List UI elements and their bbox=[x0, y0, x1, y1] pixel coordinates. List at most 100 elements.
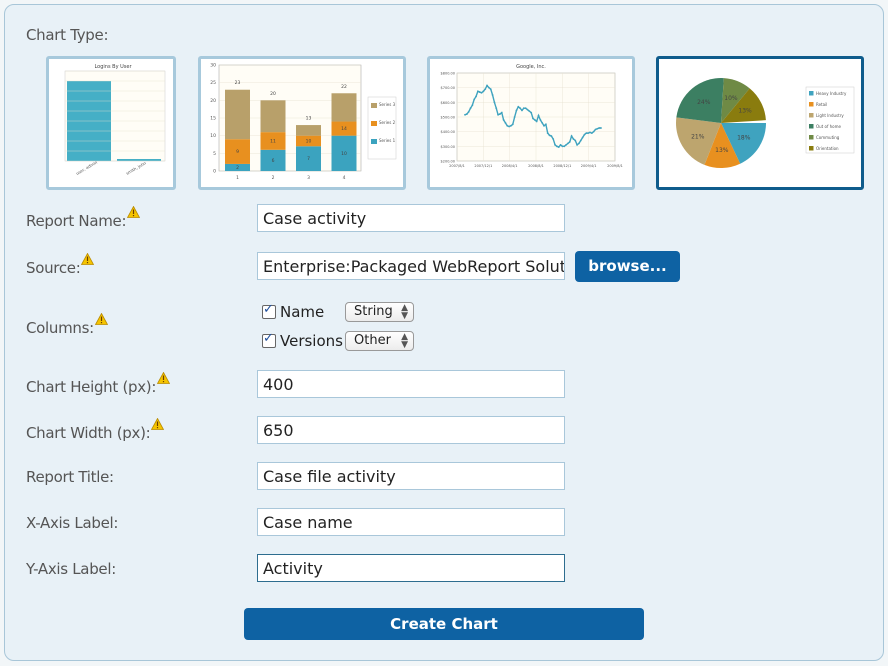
x-tick-label: 2009/8/1 bbox=[607, 164, 623, 168]
y-tick-label: 0 bbox=[213, 169, 216, 175]
legend-swatch bbox=[371, 121, 377, 126]
data-point bbox=[480, 91, 483, 94]
report-name-label: Report Name: bbox=[26, 212, 140, 230]
columns-label-text: Columns: bbox=[26, 319, 94, 337]
data-point bbox=[511, 123, 514, 126]
x-tick-label: 3 bbox=[307, 175, 310, 181]
data-point bbox=[521, 109, 523, 112]
warning-icon bbox=[157, 372, 170, 384]
report-name-input[interactable]: Case activity bbox=[257, 204, 565, 232]
chart-width-label-text: Chart Width (px): bbox=[26, 424, 151, 442]
report-title-input[interactable]: Case file activity bbox=[257, 462, 565, 490]
data-point bbox=[526, 108, 529, 111]
segment-label: 23 bbox=[235, 80, 241, 86]
bar-category-label: user, admin bbox=[75, 159, 99, 175]
column-name-type-value: String bbox=[354, 304, 393, 319]
legend-swatch bbox=[371, 103, 377, 108]
pie-slice-label: 18% bbox=[737, 134, 751, 141]
legend-swatch bbox=[809, 135, 814, 140]
column-versions-label: Versions bbox=[280, 332, 343, 350]
x-tick-label: 2009/4/1 bbox=[581, 164, 597, 168]
data-point bbox=[561, 145, 564, 148]
data-point bbox=[572, 138, 575, 140]
data-point bbox=[493, 101, 496, 104]
data-point bbox=[594, 128, 597, 131]
y-tick-label: $500.00 bbox=[441, 116, 455, 120]
data-point bbox=[567, 142, 569, 145]
chart-type-pie[interactable]: 18% 13% 21% 24% 10% 13% Heavy Industry Retail Li… bbox=[656, 56, 864, 190]
data-point bbox=[528, 110, 531, 113]
data-point bbox=[589, 131, 591, 134]
legend-label: Series 2 bbox=[379, 120, 396, 125]
data-point bbox=[491, 94, 494, 96]
warning-icon bbox=[127, 206, 140, 218]
data-point bbox=[533, 119, 536, 121]
data-point bbox=[508, 125, 511, 128]
data-point bbox=[495, 107, 498, 110]
warning-icon bbox=[81, 253, 94, 265]
pie-chart-thumbnail: 18%13%21%24%10%13%Heavy IndustryRetailLi… bbox=[676, 78, 855, 168]
x-axis-label-input[interactable]: Case name bbox=[257, 508, 565, 536]
y-axis-label-input[interactable]: Activity bbox=[257, 554, 565, 582]
data-point bbox=[473, 98, 476, 101]
column-versions-checkbox[interactable] bbox=[262, 331, 276, 348]
chart-width-label: Chart Width (px): bbox=[26, 424, 164, 442]
column-name-type-select[interactable]: String ▲ ▼ bbox=[345, 302, 414, 322]
line-chart-title: Google, Inc. bbox=[516, 64, 546, 70]
warning-icon bbox=[151, 418, 164, 430]
data-point bbox=[499, 113, 501, 115]
data-point bbox=[581, 136, 584, 139]
select-arrows-icon: ▲ ▼ bbox=[401, 303, 408, 321]
data-point bbox=[596, 127, 599, 130]
chart-height-input[interactable]: 400 bbox=[257, 370, 565, 398]
segment-label: 20 bbox=[270, 91, 276, 97]
data-point bbox=[530, 111, 533, 114]
y-tick-label: $800.00 bbox=[441, 72, 455, 76]
data-point bbox=[489, 88, 492, 91]
data-point bbox=[574, 139, 577, 142]
segment-label: 2 bbox=[236, 165, 239, 171]
legend-label: Light Industry bbox=[816, 113, 844, 118]
data-point bbox=[497, 113, 499, 116]
data-point bbox=[513, 116, 516, 118]
chart-type-bar[interactable]: Logins By User user, admin smith, john bbox=[46, 56, 176, 190]
data-point bbox=[532, 117, 534, 120]
bar-chart-title: Logins By User bbox=[94, 64, 132, 70]
legend-swatch bbox=[809, 102, 814, 107]
column-versions-type-select[interactable]: Other ▲ ▼ bbox=[345, 331, 414, 351]
create-chart-button[interactable]: Create Chart bbox=[244, 608, 644, 640]
segment-label: 10 bbox=[306, 138, 312, 144]
bar-segment bbox=[225, 89, 250, 140]
chart-height-label-text: Chart Height (px): bbox=[26, 378, 157, 396]
legend-box bbox=[805, 86, 855, 154]
y-axis-label-label: Y-Axis Label: bbox=[26, 560, 116, 578]
bar bbox=[117, 159, 161, 161]
x-tick-label: 2008/4/1 bbox=[502, 164, 518, 168]
source-label-text: Source: bbox=[26, 259, 81, 277]
data-point bbox=[592, 130, 595, 133]
chart-type-line[interactable]: Google, Inc. $200.00 $300.00 $400.00 $500.00… bbox=[427, 56, 635, 190]
data-point bbox=[471, 104, 474, 107]
chart-width-input[interactable]: 650 bbox=[257, 416, 565, 444]
legend-swatch bbox=[809, 91, 814, 96]
y-tick-label: 25 bbox=[210, 80, 216, 86]
chart-type-stacked-bar[interactable]: 0 5 10 15 20 25 30 2 9 23 1 6 11 20 2 7 10 13 3 10 14 22 4 Seri… bbox=[198, 56, 406, 190]
data-point bbox=[487, 86, 490, 89]
data-point bbox=[500, 111, 503, 114]
data-point bbox=[543, 124, 545, 127]
source-input[interactable]: Enterprise:Packaged WebReport Solutio bbox=[257, 252, 565, 280]
data-point bbox=[563, 145, 566, 148]
y-tick-label: 20 bbox=[210, 98, 216, 104]
segment-label: 6 bbox=[272, 158, 275, 164]
browse-button[interactable]: browse... bbox=[575, 251, 680, 282]
data-point bbox=[552, 138, 555, 140]
legend-label: Orientation bbox=[816, 146, 839, 151]
data-point bbox=[517, 105, 520, 108]
x-tick-label: 2008/8/1 bbox=[528, 164, 544, 168]
bar-category-label: smith, john bbox=[125, 160, 147, 176]
data-point bbox=[544, 123, 547, 126]
data-point bbox=[506, 124, 509, 127]
data-point bbox=[475, 95, 477, 98]
data-point bbox=[478, 91, 481, 93]
column-name-checkbox[interactable] bbox=[262, 302, 276, 319]
